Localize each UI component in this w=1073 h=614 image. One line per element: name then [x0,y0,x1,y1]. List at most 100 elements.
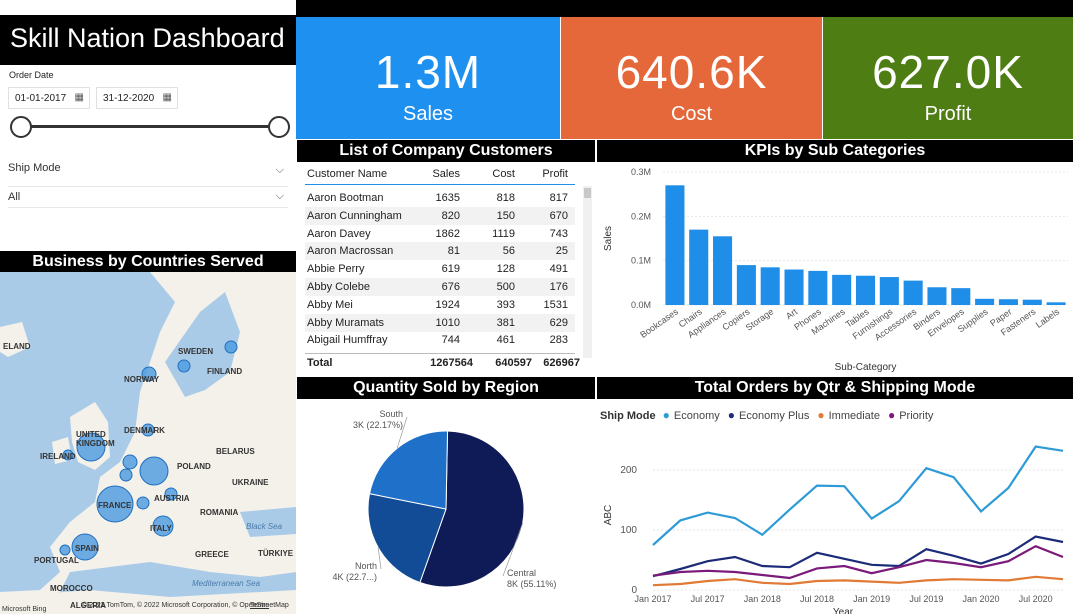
bar[interactable] [903,280,923,305]
kpi-label: Sales [402,103,454,125]
top-bar [296,0,1073,17]
table-cell: 176 [549,281,568,293]
map-label: Black Sea [246,522,283,531]
pie-slice-value: 3K (22.17%) [353,420,403,430]
x-tick-label: Jul 2019 [909,594,943,604]
legend-item[interactable]: ● Priority [888,408,937,422]
pie-slice-name: North [355,561,377,571]
y-tick-label: 0.3M [631,167,651,177]
column-header[interactable]: Sales [415,168,460,180]
kpi-card-cost: 640.6K Cost [561,17,822,139]
legend-item[interactable]: ● Immediate [817,408,884,422]
map-label: FINLAND [207,367,243,376]
table-row[interactable]: Aaron Cunningham 820 150 670 [305,206,575,225]
map-label: ROMANIA [200,508,239,517]
series-line[interactable] [652,575,1064,587]
column-header[interactable]: Profit [523,168,568,180]
table-cell: 1635 [435,192,460,204]
bar[interactable] [832,274,852,305]
x-axis-label: Sub-Category [835,362,897,373]
column-header[interactable]: Customer Name [307,168,387,180]
bubble-finland [224,340,238,354]
chevron-down-icon[interactable]: ⌵ [276,164,284,177]
bar[interactable] [736,265,756,305]
table-cell: Aaron Davey [307,227,371,240]
legend-label: Economy Plus [739,410,810,422]
table-cell: 56 [502,245,515,258]
calendar-icon[interactable]: ▦ [163,92,172,103]
bar[interactable] [1046,302,1066,305]
scrollbar-thumb[interactable] [584,188,591,198]
table-cell: 820 [441,209,460,222]
bar[interactable] [951,288,971,305]
map-label: UKRAINE [232,478,269,487]
map-label: Mediterranean Sea [192,579,261,588]
date-slider-handle-end[interactable] [268,116,290,138]
legend-item[interactable]: ● Economy [663,408,724,422]
date-to-input[interactable]: 31-12-2020 ▦ [96,87,178,109]
ship-mode-header[interactable]: Ship Mode ⌵ [8,162,288,184]
total-sales: 1267564 [430,357,473,369]
customers-header: List of Company Customers [297,140,595,162]
bubble-netherlands [122,454,138,470]
table-cell: Abby Mei [307,298,353,311]
bar[interactable] [808,270,828,305]
map-label: SPAIN [75,544,99,553]
table-cell: 393 [496,298,515,311]
table-total-row: Total 1267564 640597 626967 [305,353,580,373]
ship-mode-value: All [8,191,21,203]
table-row[interactable]: Abbie Perry 619 128 491 [305,260,575,278]
bar[interactable] [665,185,685,305]
customers-table: Customer Name Sales Cost Profit Aaron Bo… [297,161,594,375]
table-cell: 629 [549,316,568,329]
bubble-sweden [177,359,191,373]
table-row[interactable]: Abby Colebe 676 500 176 [305,278,575,296]
calendar-icon[interactable]: ▦ [75,92,84,103]
countries-header: Business by Countries Served [0,251,296,272]
bar[interactable] [998,299,1018,305]
date-slider-track[interactable] [22,125,280,128]
x-tick-label: Bookcases [638,306,680,340]
map-label: MOROCCO [50,584,93,593]
table-cell: 1924 [435,298,460,311]
bar[interactable] [784,269,804,305]
table-header-row: Customer Name Sales Cost Profit [305,165,575,185]
total-label: Total [307,357,333,369]
map-label: FRANCE [98,501,132,510]
date-to-value: 31-12-2020 [103,93,155,104]
table-row[interactable]: Aaron Davey 1862 1119 743 [305,225,575,243]
bar[interactable] [879,277,899,305]
bar[interactable] [927,287,947,305]
table-row[interactable]: Aaron Macrossan 81 56 25 [305,242,575,261]
table-cell: 461 [496,334,515,347]
table-row[interactable]: Aaron Bootman 1635 818 817 [305,189,575,207]
bar[interactable] [975,298,995,305]
table-cell: Aaron Bootman [307,192,384,204]
y-tick-label: 0.1M [631,256,651,266]
column-header[interactable]: Cost [470,168,515,180]
bar[interactable] [1022,299,1042,305]
bar[interactable] [713,236,733,305]
bar[interactable] [760,267,780,305]
y-tick-label: 200 [620,465,637,476]
ship-mode-select[interactable]: All ⌵ [8,186,288,208]
table-scrollbar[interactable] [583,186,592,358]
date-slider-handle-start[interactable] [10,116,32,138]
terms-link[interactable]: Terms [250,602,269,609]
bing-logo: Microsoft Bing [2,606,47,613]
table-row[interactable]: Abby Muramats 1010 381 629 [305,313,575,332]
chevron-down-icon[interactable]: ⌵ [276,190,284,203]
table-row[interactable]: Abby Mei 1924 393 1531 [305,296,575,314]
kpi-value: 640.6K [615,46,768,98]
date-from-input[interactable]: 01-01-2017 ▦ [8,87,90,109]
table-cell: Aaron Macrossan [307,245,394,258]
x-tick-label: Jan 2020 [962,594,999,604]
legend-item[interactable]: ● Economy Plus [728,408,814,422]
europe-map[interactable]: ELAND SWEDEN NORWAY FINLAND UNITED KINGDOM DE… [0,272,296,614]
bar[interactable] [689,229,709,305]
pie-slice-value: 4K (22.7...) [332,572,377,582]
pie-slice-value: 8K (55.11%) [507,579,556,589]
bubble-belgium [119,468,133,482]
bar[interactable] [855,275,876,305]
table-row[interactable]: Abigail Humffray 744 461 283 [305,331,575,349]
